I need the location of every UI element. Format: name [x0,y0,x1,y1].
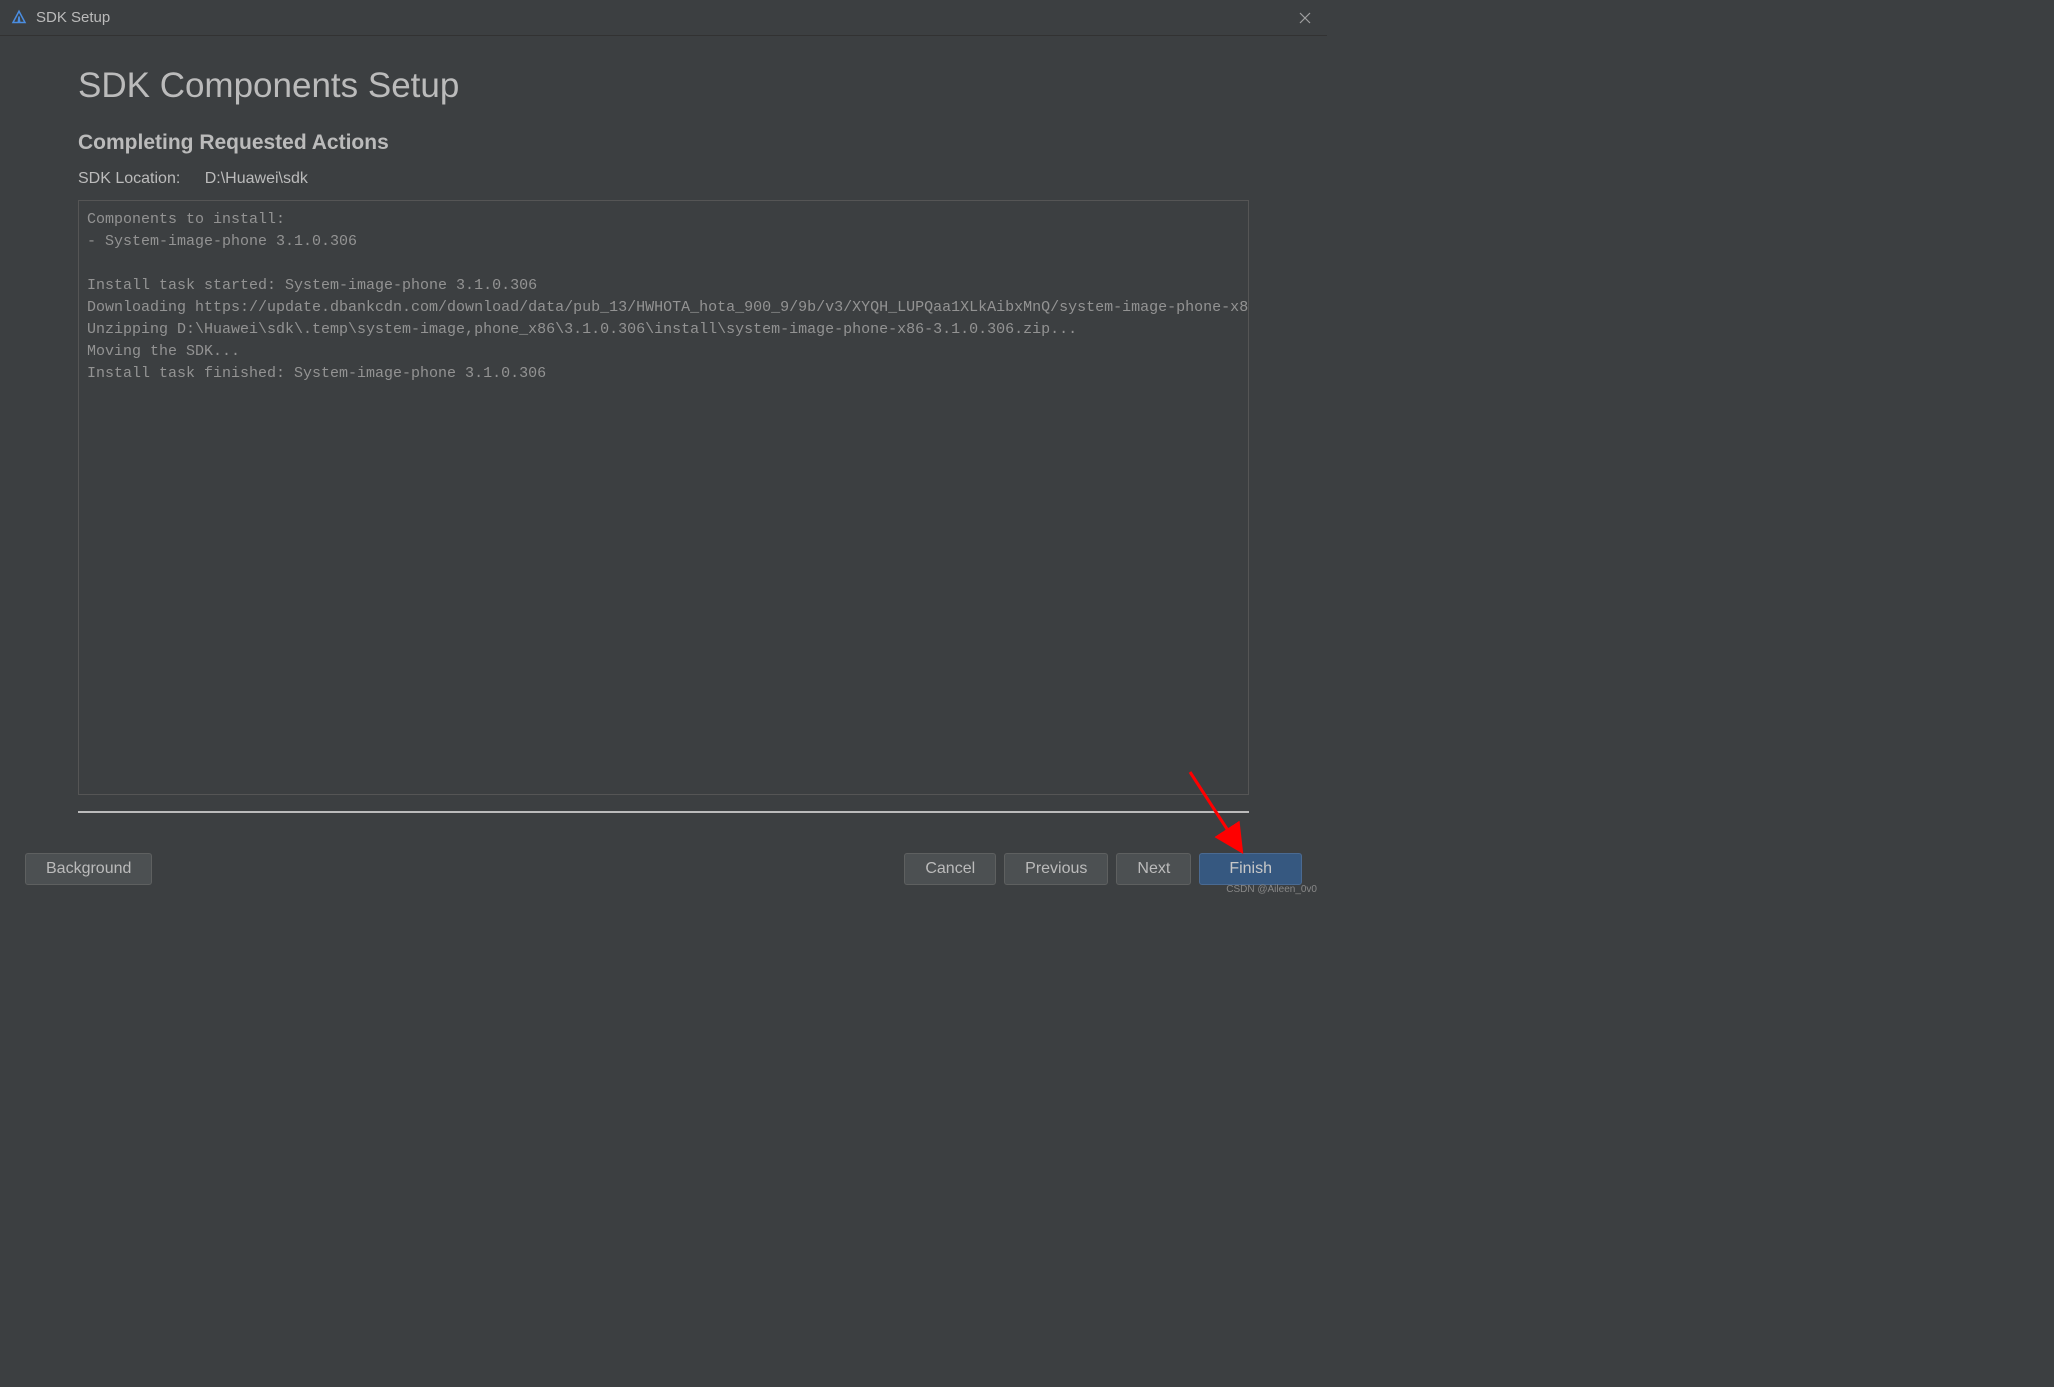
next-button[interactable]: Next [1116,853,1191,885]
page-title: SDK Components Setup [78,66,1249,106]
titlebar: SDK Setup [0,0,1327,36]
sdk-location-row: SDK Location: D:\Huawei\sdk [78,170,1249,188]
progress-bar [78,811,1249,813]
sdk-location-value: D:\Huawei\sdk [205,170,308,188]
install-log[interactable]: Components to install: - System-image-ph… [78,200,1249,795]
content-area: SDK Components Setup Completing Requeste… [0,36,1327,813]
page-subtitle: Completing Requested Actions [78,131,1249,155]
sdk-location-label: SDK Location: [78,170,180,188]
finish-button[interactable]: Finish [1199,853,1302,885]
close-icon [1299,12,1311,24]
cancel-button[interactable]: Cancel [904,853,996,885]
watermark: CSDN @Aileen_0v0 [1226,884,1317,895]
window-title: SDK Setup [36,9,110,26]
previous-button[interactable]: Previous [1004,853,1108,885]
button-row: Background Cancel Previous Next Finish [0,853,1327,885]
background-button[interactable]: Background [25,853,152,885]
app-icon [10,9,28,27]
close-button[interactable] [1293,6,1317,30]
